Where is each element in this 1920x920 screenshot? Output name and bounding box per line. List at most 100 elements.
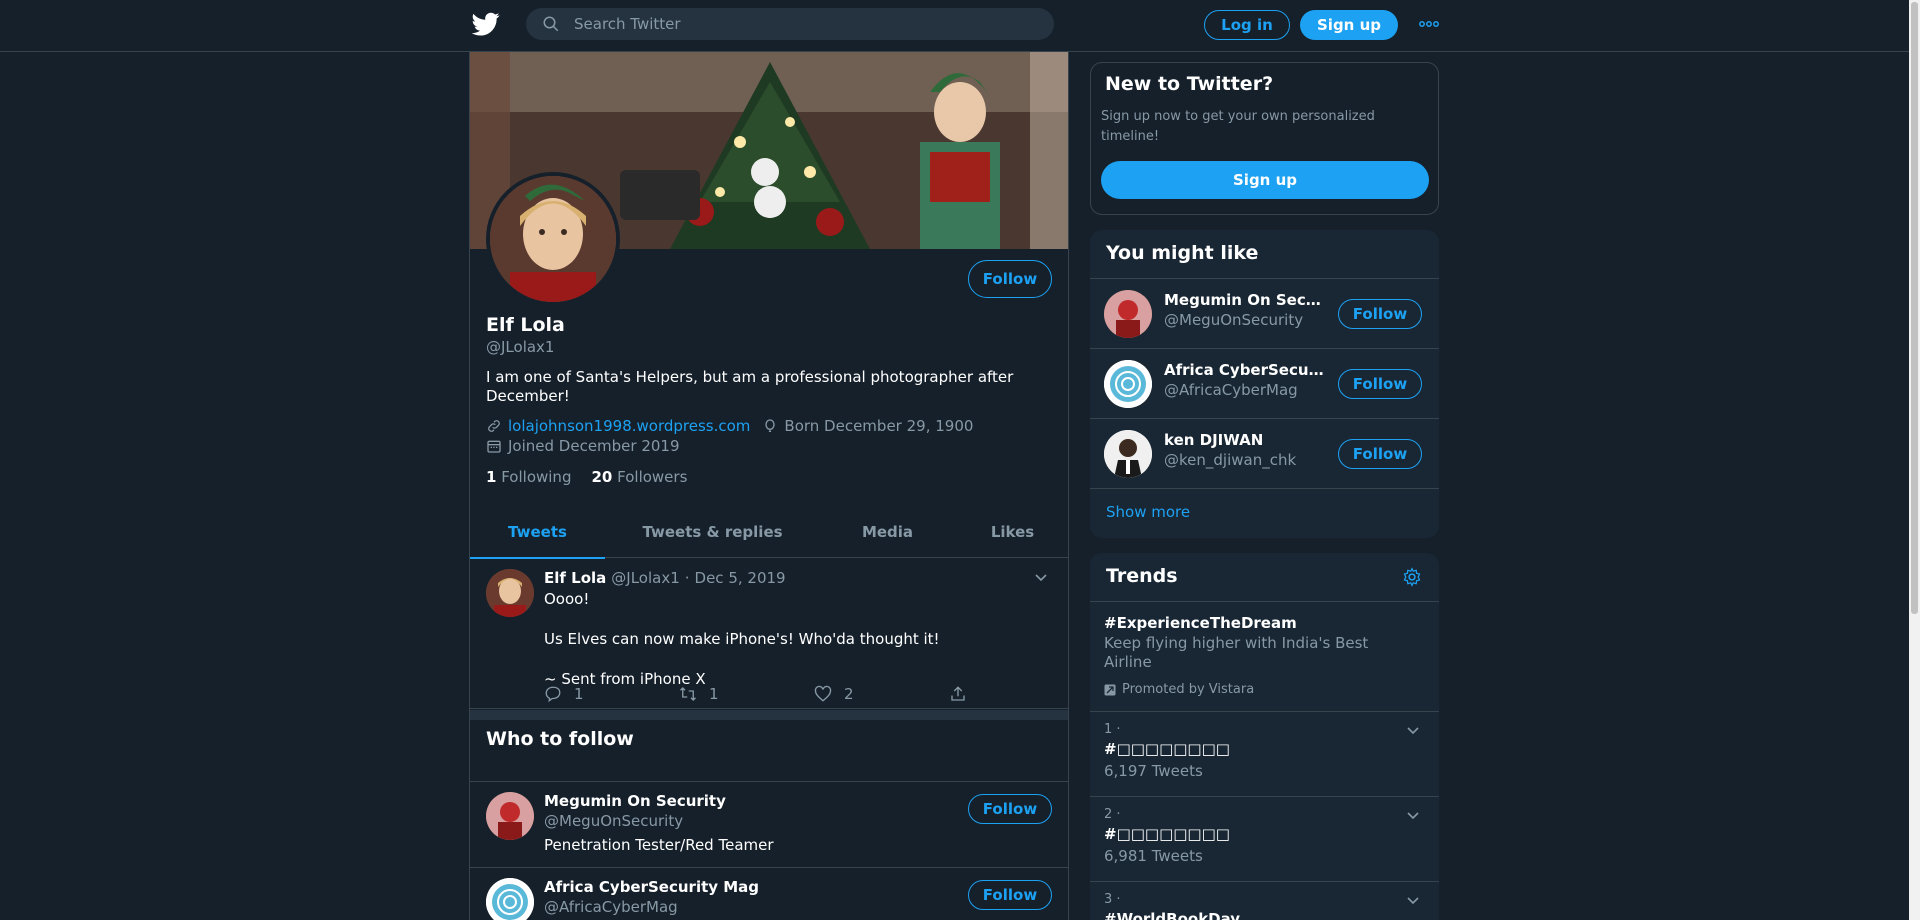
- profile-bio: I am one of Santa's Helpers, but am a pr…: [486, 368, 1014, 405]
- suggested-user[interactable]: Megumin On Security @MeguOnSecurity Foll…: [1090, 278, 1439, 348]
- profile-avatar[interactable]: [486, 172, 620, 306]
- chevron-down-icon[interactable]: [1034, 571, 1048, 585]
- user-avatar[interactable]: [486, 792, 534, 840]
- trend-item[interactable]: 1 · #□□□□□□□□ 6,197 Tweets: [1090, 711, 1439, 796]
- profile-tabs: Tweets Tweets & replies Media Likes: [470, 506, 1068, 559]
- chevron-down-icon[interactable]: [1406, 724, 1420, 738]
- follow-button[interactable]: Follow: [968, 880, 1052, 910]
- profile-website-link[interactable]: lolajohnson1998.wordpress.com: [508, 416, 750, 436]
- trend-tag[interactable]: #ExperienceTheDream: [1104, 614, 1297, 632]
- follow-button[interactable]: Follow: [968, 260, 1052, 298]
- user-avatar[interactable]: [1104, 360, 1152, 408]
- who-to-follow-item[interactable]: Megumin On Security @MeguOnSecurity Pene…: [470, 782, 1068, 868]
- user-handle[interactable]: @MeguOnSecurity: [1164, 311, 1303, 329]
- user-handle[interactable]: @ken_djiwan_chk: [1164, 451, 1296, 469]
- heart-icon: [814, 685, 832, 702]
- trends-panel: Trends #ExperienceTheDream Keep flying h…: [1090, 553, 1439, 920]
- who-to-follow-title: Who to follow: [486, 728, 634, 750]
- followers-link[interactable]: 20 Followers: [591, 468, 687, 486]
- user-name[interactable]: Megumin On Security: [1164, 291, 1324, 309]
- reply-button[interactable]: 1: [544, 685, 679, 703]
- profile-handle: @JLolax1: [486, 338, 555, 356]
- retweet-button[interactable]: 1: [679, 685, 814, 703]
- tab-tweets-and-replies[interactable]: Tweets & replies: [605, 506, 820, 558]
- profile-joined-date: Joined December 2019: [508, 437, 680, 455]
- tab-media[interactable]: Media: [820, 506, 955, 558]
- panel-title: Trends: [1106, 565, 1178, 587]
- tab-tweets[interactable]: Tweets: [470, 506, 605, 559]
- search-box[interactable]: [526, 8, 1054, 40]
- following-link[interactable]: 1 Following: [486, 468, 571, 486]
- user-name[interactable]: Africa CyberSecurity Mag: [544, 878, 759, 896]
- user-avatar[interactable]: [1104, 430, 1152, 478]
- user-description: Penetration Tester/Red Teamer: [544, 836, 774, 854]
- signup-button[interactable]: Sign up: [1300, 10, 1398, 40]
- trend-description: Keep flying higher with India's Best Air…: [1104, 634, 1369, 671]
- trend-tag[interactable]: #□□□□□□□□: [1104, 825, 1230, 843]
- login-button[interactable]: Log in: [1204, 10, 1290, 40]
- follow-button[interactable]: Follow: [1338, 369, 1422, 399]
- show-more-link[interactable]: Show more: [1090, 488, 1439, 538]
- new-to-twitter-panel: New to Twitter? Sign up now to get your …: [1090, 62, 1439, 215]
- trend-rank: 2 ·: [1104, 807, 1121, 822]
- page-scrollbar[interactable]: [1909, 0, 1920, 920]
- user-handle[interactable]: @AfricaCyberMag: [1164, 381, 1298, 399]
- chevron-down-icon[interactable]: [1406, 809, 1420, 823]
- like-button[interactable]: 2: [814, 685, 949, 703]
- chevron-down-icon[interactable]: [1406, 894, 1420, 908]
- search-input[interactable]: [574, 15, 1014, 33]
- tweet-author-avatar[interactable]: [486, 569, 534, 617]
- calendar-icon: [487, 440, 501, 453]
- share-button[interactable]: [949, 685, 1068, 703]
- suggested-user[interactable]: Africa CyberSecurity Mag @AfricaCyberMag…: [1090, 348, 1439, 418]
- signup-button[interactable]: Sign up: [1101, 161, 1429, 199]
- user-avatar[interactable]: [1104, 290, 1152, 338]
- tweet-author-handle[interactable]: @JLolax1: [611, 569, 679, 587]
- trend-tag[interactable]: #WorldBookDay: [1104, 910, 1240, 920]
- profile-birthday: Born December 29, 1900: [784, 417, 974, 435]
- section-divider: [470, 710, 1068, 720]
- who-to-follow-item[interactable]: Africa CyberSecurity Mag @AfricaCyberMag…: [470, 868, 1068, 920]
- follow-button[interactable]: Follow: [968, 794, 1052, 824]
- promoted-icon: [1104, 684, 1116, 695]
- reply-icon: [545, 686, 561, 703]
- follow-button[interactable]: Follow: [1338, 439, 1422, 469]
- tweet-separator: ·: [684, 569, 690, 587]
- follow-button[interactable]: Follow: [1338, 299, 1422, 329]
- profile-column: Follow Elf Lola @JLolax1 I am one of San…: [469, 52, 1069, 920]
- trend-tag[interactable]: #□□□□□□□□: [1104, 740, 1230, 758]
- user-handle[interactable]: @AfricaCyberMag: [544, 898, 678, 916]
- user-name[interactable]: Megumin On Security: [544, 792, 726, 810]
- user-handle[interactable]: @MeguOnSecurity: [544, 812, 683, 830]
- suggested-user[interactable]: ken DJIWAN @ken_djiwan_chk Follow: [1090, 418, 1439, 488]
- panel-title: New to Twitter?: [1105, 73, 1274, 95]
- trend-rank: 3 ·: [1104, 892, 1121, 907]
- user-avatar[interactable]: [486, 878, 534, 920]
- more-options-icon[interactable]: [1418, 14, 1440, 34]
- user-name[interactable]: Africa CyberSecurity Mag: [1164, 361, 1324, 379]
- promoted-label: Promoted by Vistara: [1104, 682, 1254, 697]
- tweet-author-name[interactable]: Elf Lola: [544, 569, 606, 587]
- tweet[interactable]: Elf Lola @JLolax1 · Dec 5, 2019 Oooo! Us…: [470, 559, 1068, 709]
- gear-icon[interactable]: [1402, 567, 1422, 587]
- trend-count: 6,981 Tweets: [1104, 847, 1203, 865]
- tweet-header: Elf Lola @JLolax1 · Dec 5, 2019: [544, 569, 786, 587]
- trend-item[interactable]: 3 · #WorldBookDay: [1090, 881, 1439, 920]
- panel-title: You might like: [1106, 242, 1259, 264]
- trend-item-promoted[interactable]: #ExperienceTheDream Keep flying higher w…: [1090, 601, 1439, 711]
- trend-item[interactable]: 2 · #□□□□□□□□ 6,981 Tweets: [1090, 796, 1439, 881]
- follow-counts: 1 Following 20 Followers: [486, 468, 687, 486]
- profile-meta: lolajohnson1998.wordpress.com Born Decem…: [486, 416, 973, 456]
- search-icon: [543, 16, 559, 32]
- panel-text: Sign up now to get your own personalized…: [1101, 109, 1375, 144]
- retweet-icon: [680, 687, 696, 701]
- share-icon: [951, 686, 965, 701]
- profile-name: Elf Lola: [486, 314, 565, 336]
- scrollbar-thumb[interactable]: [1911, 2, 1918, 614]
- user-name[interactable]: ken DJIWAN: [1164, 431, 1324, 449]
- twitter-bird-icon[interactable]: [472, 10, 500, 38]
- tweet-actions: 1 1 2: [544, 685, 1068, 703]
- tweet-date[interactable]: Dec 5, 2019: [695, 569, 786, 587]
- top-navigation-bar: Log in Sign up: [0, 0, 1909, 52]
- tab-likes[interactable]: Likes: [955, 506, 1068, 558]
